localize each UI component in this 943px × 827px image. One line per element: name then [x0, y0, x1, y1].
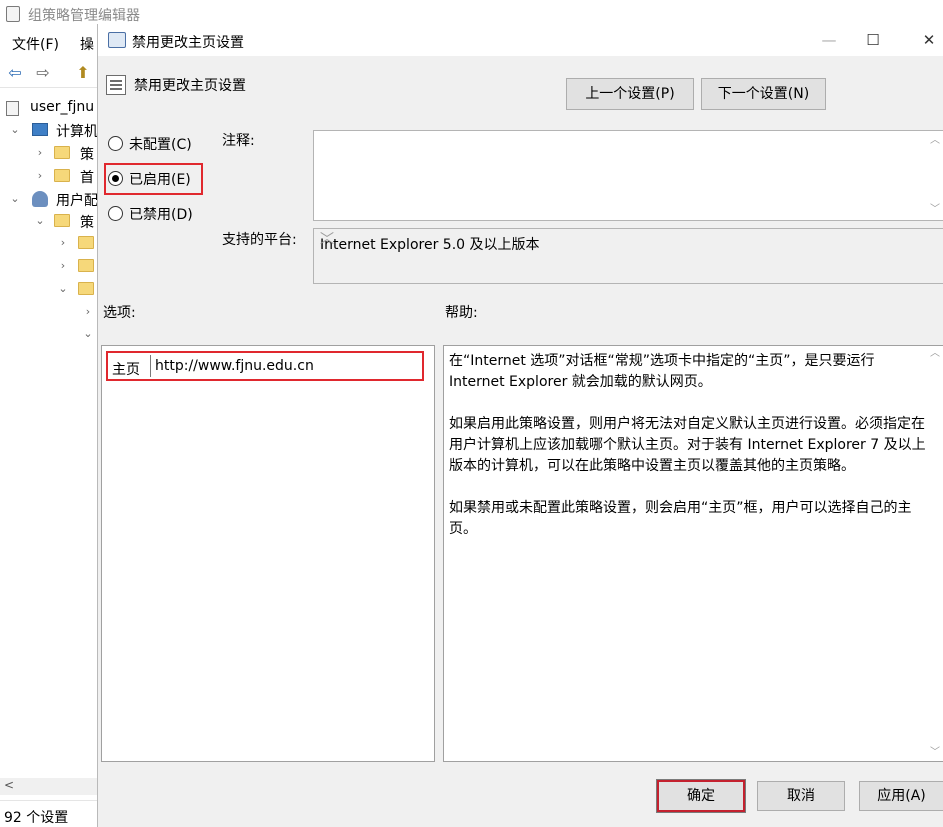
help-label: 帮助:: [445, 305, 478, 321]
previous-setting-button[interactable]: 上一个设置(P): [566, 78, 694, 110]
help-text: 在“Internet 选项”对话框“常规”选项卡中指定的“主页”，是只要运行 I…: [449, 351, 933, 561]
chevron-down-icon[interactable]: ⌄: [35, 214, 45, 227]
dialog-title: 禁用更改主页设置: [132, 35, 244, 51]
scroll-up-icon[interactable]: ︿: [929, 348, 941, 360]
homepage-url-input[interactable]: [150, 355, 420, 377]
supported-platform-label: 支持的平台:: [222, 232, 297, 248]
setting-header-title: 禁用更改主页设置: [134, 78, 246, 94]
tree-item-label: 策: [80, 147, 94, 163]
help-paragraph: 如果启用此策略设置，则用户将无法对自定义默认主页进行设置。必须指定在用户计算机上…: [449, 416, 926, 474]
folder-icon: [54, 146, 70, 159]
computer-icon: [32, 123, 48, 136]
radio-selected-icon[interactable]: [108, 171, 123, 186]
scroll-left-icon[interactable]: <: [4, 778, 14, 792]
scroll-down-icon[interactable]: ﹀: [929, 204, 941, 216]
tree-item-label: 计算机: [56, 124, 97, 140]
help-paragraph: 在“Internet 选项”对话框“常规”选项卡中指定的“主页”，是只要运行 I…: [449, 353, 875, 390]
background-window-title: 组策略管理编辑器: [28, 8, 140, 24]
chevron-down-icon[interactable]: ⌄: [83, 327, 93, 340]
apply-button[interactable]: 应用(A): [859, 781, 943, 811]
policy-setting-dialog: 禁用更改主页设置 — ☐ ✕ 禁用更改主页设置 上一个设置(P) 下一个设置(N…: [97, 24, 943, 827]
scroll-down-icon[interactable]: ﹀: [929, 747, 941, 759]
maximize-icon[interactable]: ☐: [850, 24, 896, 56]
folder-icon: [78, 282, 94, 295]
minimize-icon[interactable]: —: [806, 24, 852, 56]
tree-item-label: 策: [80, 215, 94, 231]
menu-file[interactable]: 文件(F): [12, 34, 59, 54]
chevron-right-icon[interactable]: ›: [58, 259, 68, 272]
status-bar: 92 个设置: [0, 800, 100, 827]
tree-item-label: user_fjnu: [30, 99, 95, 115]
tree-item-label: 首: [80, 170, 94, 186]
chevron-down-icon[interactable]: ⌄: [10, 123, 20, 136]
dialog-titlebar: 禁用更改主页设置 — ☐ ✕: [98, 24, 943, 56]
chevron-down-icon[interactable]: ⌄: [10, 192, 20, 205]
chevron-right-icon[interactable]: ›: [58, 236, 68, 249]
setting-header-icon: [106, 75, 126, 95]
chevron-right-icon[interactable]: ›: [35, 146, 45, 159]
radio-circle-icon[interactable]: [108, 206, 123, 221]
folder-icon: [78, 236, 94, 249]
help-panel: 在“Internet 选项”对话框“常规”选项卡中指定的“主页”，是只要运行 I…: [443, 345, 943, 762]
comment-label: 注释:: [222, 133, 255, 149]
status-text: 92 个设置: [4, 810, 69, 826]
cancel-button[interactable]: 取消: [757, 781, 845, 811]
chevron-down-icon[interactable]: ⌄: [58, 282, 68, 295]
comment-textarea[interactable]: ︿ ﹀: [313, 130, 943, 221]
horizontal-scrollbar[interactable]: <: [0, 778, 97, 795]
chevron-right-icon[interactable]: ›: [83, 305, 93, 318]
policy-setting-icon: [108, 32, 126, 48]
folder-icon: [54, 214, 70, 227]
chevron-right-icon[interactable]: ›: [35, 169, 45, 182]
menu-action[interactable]: 操: [80, 34, 94, 54]
supported-platform-value: Internet Explorer 5.0 及以上版本: [320, 237, 540, 253]
user-icon: [32, 191, 48, 207]
scroll-down-icon[interactable]: ﹀: [320, 233, 334, 247]
background-menu-bar: 文件(F) 操: [0, 28, 100, 56]
background-toolbar: ⇦ ⇨ ⬆: [0, 58, 100, 88]
options-panel: 主页: [101, 345, 435, 762]
homepage-option-label: 主页: [112, 362, 140, 378]
ok-button[interactable]: 确定: [656, 779, 746, 813]
radio-label: 未配置(C): [129, 137, 192, 153]
policy-tree: user_fjnu ⌄ 计算机 › 策 › 首 ⌄ 用户配 ⌄ 策 › › ⌄ …: [0, 92, 97, 778]
radio-circle-icon[interactable]: [108, 136, 123, 151]
close-icon[interactable]: ✕: [906, 24, 943, 56]
radio-label: 已启用(E): [129, 172, 191, 188]
supported-platform-box: Internet Explorer 5.0 及以上版本 ︿ ﹀: [313, 228, 943, 284]
up-folder-icon[interactable]: ⬆: [72, 64, 94, 82]
folder-icon: [78, 259, 94, 272]
policy-editor-icon: [6, 6, 20, 22]
options-label: 选项:: [103, 305, 136, 321]
help-paragraph: 如果禁用或未配置此策略设置，则会启用“主页”框，用户可以选择自己的主页。: [449, 500, 912, 537]
scroll-up-icon[interactable]: ︿: [929, 135, 941, 147]
next-setting-button[interactable]: 下一个设置(N): [701, 78, 826, 110]
back-arrow-icon[interactable]: ⇦: [4, 64, 26, 82]
tree-item-label: 用户配: [56, 193, 97, 209]
homepage-option-row: 主页: [106, 351, 424, 381]
folder-icon: [54, 169, 70, 182]
forward-arrow-icon[interactable]: ⇨: [32, 64, 54, 82]
radio-label: 已禁用(D): [129, 207, 193, 223]
policy-icon: [6, 101, 19, 116]
